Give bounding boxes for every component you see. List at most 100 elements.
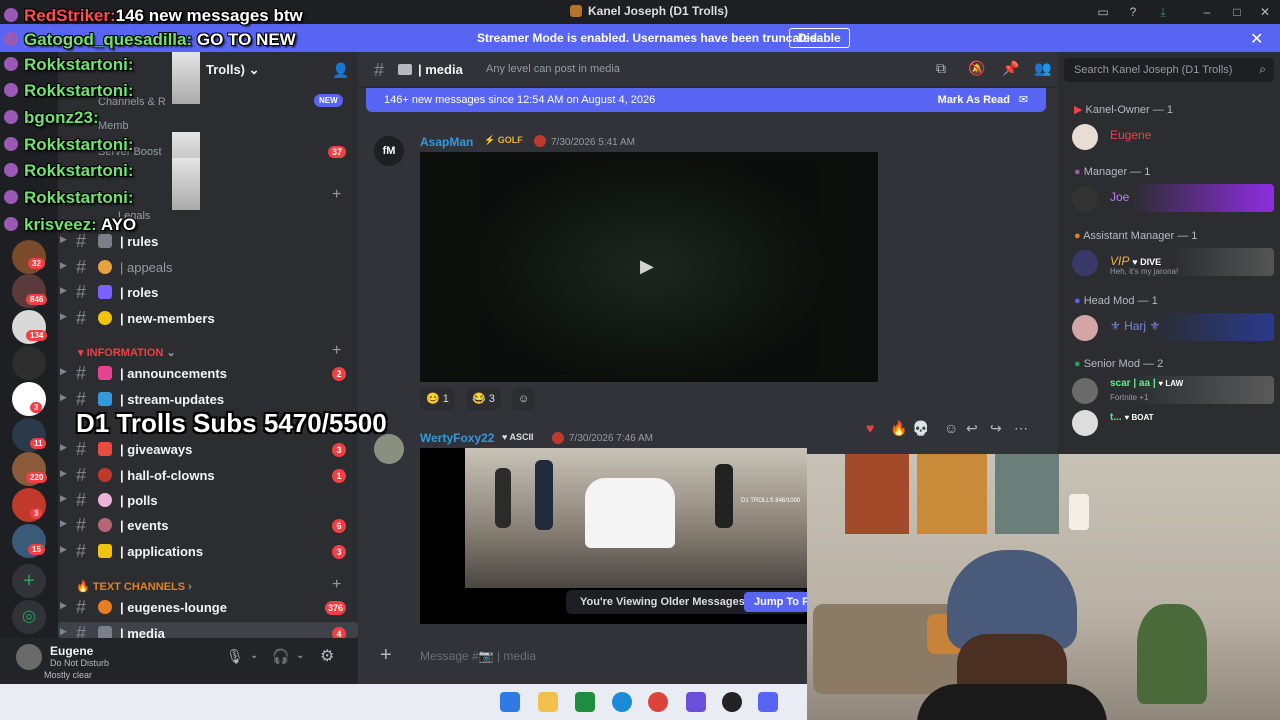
member-item[interactable]: Eugene xyxy=(1070,122,1274,150)
skull-icon[interactable]: 💀 xyxy=(912,420,929,437)
add-reaction-icon[interactable]: ☺ xyxy=(512,388,536,410)
video-watermark: D1 TROLLS 846/1000 xyxy=(741,498,801,504)
play-icon[interactable]: ▶ xyxy=(640,256,654,277)
caret-icon: ▶ xyxy=(60,600,67,610)
channel-item[interactable]: ▶ # | hall-of-clowns 1 xyxy=(58,464,358,488)
server-name[interactable]: Trolls) ⌄ xyxy=(206,62,260,78)
threads-icon[interactable]: ⧉ xyxy=(936,60,946,77)
close-banner-icon[interactable]: ✕ xyxy=(1250,29,1263,49)
caret-icon: ▶ xyxy=(60,442,67,452)
obs-icon[interactable] xyxy=(686,692,706,712)
add-server-icon[interactable]: + xyxy=(12,564,46,598)
message-author[interactable]: AsapMan xyxy=(420,135,473,149)
server-icon[interactable] xyxy=(12,382,46,416)
wall-art xyxy=(995,454,1059,534)
channel-item[interactable]: ▶ # | new-members xyxy=(58,307,358,331)
wall-art xyxy=(845,454,909,534)
create-channel-icon[interactable]: + xyxy=(332,342,341,360)
chevron-down-icon[interactable]: ⌄ xyxy=(296,650,304,661)
new-messages-bar[interactable]: 146+ new messages since 12:54 AM on Augu… xyxy=(366,88,1046,112)
chat-message: Rokkstartoni: xyxy=(4,81,134,101)
message-author[interactable]: WertyFoxy22 xyxy=(420,431,494,445)
more-icon[interactable]: ⋯ xyxy=(1014,420,1028,437)
chat-message: krisveez: AYO xyxy=(4,215,136,235)
avatar xyxy=(1072,378,1098,404)
fire-icon: 🔥 xyxy=(76,581,93,593)
microphone-icon[interactable]: 🎙 xyxy=(226,648,244,665)
xbox-icon[interactable] xyxy=(575,692,595,712)
reaction[interactable]: 😊 1 xyxy=(420,388,455,410)
member-list-icon[interactable]: 👥 xyxy=(1034,60,1051,77)
server-icon[interactable] xyxy=(12,240,46,274)
pin-icon[interactable]: 📌 xyxy=(1002,60,1019,77)
channel-item[interactable]: ▶ # | giveaways 3 xyxy=(58,438,358,462)
avatar[interactable] xyxy=(16,644,42,670)
disable-streamer-mode-button[interactable]: Disable xyxy=(789,28,850,48)
info-icon xyxy=(98,392,112,406)
chevron-down-icon[interactable]: ⌄ xyxy=(250,650,258,661)
maximize-icon[interactable]: □ xyxy=(1230,5,1244,19)
category-information[interactable]: ▾ INFORMATION ⌄ xyxy=(78,346,176,359)
fire-reaction-icon[interactable]: 🔥 xyxy=(890,420,907,437)
message-composer[interactable]: + Message #📷 | media xyxy=(374,640,824,672)
channel-item[interactable]: ▶ # | appeals xyxy=(58,256,358,280)
discover-icon[interactable]: ◎ xyxy=(12,600,46,634)
channel-item[interactable]: ▶ # | polls xyxy=(58,489,358,513)
create-channel-icon[interactable]: + xyxy=(332,186,341,204)
help-icon[interactable]: ? xyxy=(1126,5,1140,19)
edge-icon[interactable] xyxy=(612,692,632,712)
channel-item-active[interactable]: ▶ # | media 4 xyxy=(58,622,358,638)
members-link[interactable]: Memb xyxy=(98,120,129,132)
hash-icon: # xyxy=(76,490,87,510)
windows-start-icon[interactable] xyxy=(500,692,520,712)
channel-item[interactable]: ▶ # | applications 3 xyxy=(58,540,358,564)
video-player[interactable]: ▶ xyxy=(420,152,878,382)
caret-icon: ▶ xyxy=(60,518,67,528)
settings-gear-icon[interactable]: ⚙ xyxy=(320,646,334,666)
user-name: Eugene xyxy=(50,644,94,658)
category-text-channels[interactable]: 🔥 TEXT CHANNELS › xyxy=(76,580,192,593)
channel-item[interactable]: ▶ # | eugenes-lounge 376 xyxy=(58,596,358,620)
search-input[interactable]: Search Kanel Joseph (D1 Trolls) ⌕ xyxy=(1064,58,1274,82)
invite-icon[interactable]: 👤 xyxy=(332,62,349,79)
forward-icon[interactable]: ↪ xyxy=(990,420,1002,437)
inbox-icon[interactable]: ▭ xyxy=(1096,5,1110,19)
chrome-icon[interactable] xyxy=(648,692,668,712)
app-icon[interactable] xyxy=(722,692,742,712)
avatar[interactable]: fM xyxy=(374,136,404,166)
channel-item[interactable]: ▶ # | announcements 2 xyxy=(58,362,358,386)
channel-topic: Any level can post in media xyxy=(486,63,620,75)
message-input[interactable]: Message #📷 | media xyxy=(420,649,536,663)
notifications-icon[interactable]: 🔕 xyxy=(968,60,985,77)
jump-to-present-button[interactable]: Jump To P xyxy=(744,592,807,612)
headphones-icon[interactable]: 🎧 xyxy=(272,648,289,665)
server-icon[interactable] xyxy=(12,346,46,380)
close-window-icon[interactable]: ✕ xyxy=(1258,5,1272,19)
role-header: ● Head Mod — 1 xyxy=(1074,295,1158,307)
hash-icon: # xyxy=(76,541,87,561)
file-explorer-icon[interactable] xyxy=(538,692,558,712)
channel-item[interactable]: ▶ # | events 6 xyxy=(58,514,358,538)
reply-icon[interactable]: ↩ xyxy=(966,420,978,437)
channel-item[interactable]: ▶ # | roles xyxy=(58,281,358,305)
mark-as-read-button[interactable]: Mark As Read xyxy=(938,94,1010,106)
member-item[interactable]: Joe xyxy=(1070,184,1274,212)
badge-icon xyxy=(4,110,18,124)
chat-message: Gatogod_quesadilla: GO TO NEW xyxy=(4,30,296,50)
member-item[interactable]: scar | aa | ♥ LAW Fortnite +1 xyxy=(1070,376,1274,404)
attach-plus-icon[interactable]: + xyxy=(380,644,392,667)
heart-icon[interactable]: ♥ xyxy=(866,420,874,436)
shirt xyxy=(917,684,1107,720)
member-item[interactable]: ⚜ Harj ⚜ xyxy=(1070,313,1274,341)
add-reaction-icon[interactable]: ☺ xyxy=(944,420,958,436)
caret-icon: ▶ xyxy=(60,285,67,295)
minimize-icon[interactable]: – xyxy=(1200,5,1214,19)
member-item[interactable]: t... ♥ BOAT xyxy=(1070,408,1274,436)
member-item[interactable]: VIP ♥ DIVE Heh, it's my jarona! xyxy=(1070,248,1274,276)
create-channel-icon[interactable]: + xyxy=(332,576,341,594)
reaction[interactable]: 😂 3 xyxy=(466,388,501,410)
discord-icon[interactable] xyxy=(758,692,778,712)
server-icon[interactable] xyxy=(12,488,46,522)
search-icon: ⌕ xyxy=(1259,62,1266,76)
download-icon[interactable]: ⤓ xyxy=(1156,5,1170,19)
